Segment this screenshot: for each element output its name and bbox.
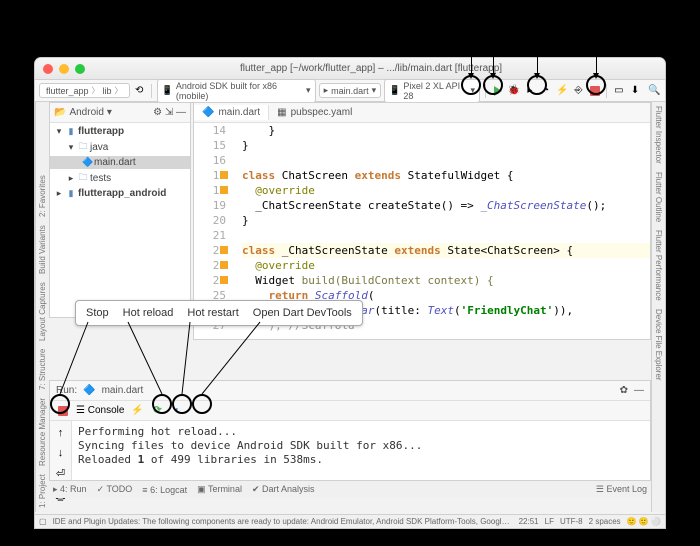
flutter-performance-tab[interactable]: Flutter Performance — [654, 230, 663, 301]
project-panel-header[interactable]: 📂 Android ▾⚙ ⇲ — — [50, 103, 190, 123]
hot-reload-toolbar-button[interactable]: ⚡ — [556, 84, 569, 98]
tab-pubspec[interactable]: ▦ pubspec.yaml — [269, 105, 360, 120]
callout-devtools: Open Dart DevTools — [253, 307, 352, 319]
device-file-explorer-tab[interactable]: Device File Explorer — [654, 309, 663, 381]
window-titlebar: flutter_app [~/work/flutter_app] – .../l… — [35, 58, 665, 80]
avd-selector[interactable]: 📱 Pixel 2 XL API 28 ▾ — [384, 79, 480, 103]
close-window-button[interactable] — [43, 64, 53, 74]
indent[interactable]: 2 spaces — [589, 517, 621, 526]
stop-toolbar-button[interactable] — [588, 84, 601, 98]
breadcrumb[interactable]: flutter_app〉lib〉 — [39, 83, 130, 98]
main-toolbar: flutter_app〉lib〉 ⟲ 📱 Android SDK built f… — [35, 80, 665, 102]
annotation-callout: Stop Hot reload Hot restart Open Dart De… — [75, 300, 363, 326]
tab-main-dart[interactable]: 🔷 main.dart — [194, 105, 269, 120]
project-panel: 📂 Android ▾⚙ ⇲ — ▾▮flutterapp ▾🗀java 🔷ma… — [49, 102, 191, 318]
run-tab[interactable]: ▸ 4: Run — [53, 484, 87, 495]
run-config-selector[interactable]: ▸ main.dart ▾ — [319, 83, 382, 98]
line-sep[interactable]: LF — [545, 517, 554, 526]
resource-manager-tab[interactable]: Resource Manager — [38, 398, 47, 466]
todo-tab[interactable]: ✓ TODO — [97, 484, 133, 495]
event-log-tab[interactable]: ☰ Event Log — [596, 484, 647, 495]
bottom-tool-bar: ▸ 4: Run ✓ TODO ≡ 6: Logcat ▣ Terminal ✔… — [49, 480, 651, 498]
left-tool-rail: 1: Project Resource Manager 7: Structure… — [35, 102, 49, 512]
avd-manager-icon[interactable]: ▭ — [612, 84, 625, 98]
flutter-inspector-tab[interactable]: Flutter Inspector — [654, 106, 663, 164]
run-button[interactable] — [491, 84, 504, 98]
favorites-tab[interactable]: 2: Favorites — [38, 176, 47, 218]
layout-captures-tab[interactable]: Layout Captures — [38, 282, 47, 341]
callout-hot-reload: Hot reload — [123, 307, 174, 319]
wrap-icon[interactable]: ⏎ — [56, 467, 65, 480]
callout-stop: Stop — [86, 307, 109, 319]
callout-hot-restart: Hot restart — [187, 307, 238, 319]
tree-module-android: ▸▮flutterapp_android — [50, 187, 190, 200]
structure-tool-tab[interactable]: 7: Structure — [38, 349, 47, 390]
tree-file-main: 🔷main.dart — [50, 156, 190, 169]
coverage-button[interactable]: ▸ — [523, 84, 536, 98]
search-icon[interactable]: 🔍 — [648, 84, 661, 98]
run-devtools-button[interactable]: ◐ — [170, 404, 184, 418]
project-tool-tab[interactable]: 1: Project — [38, 474, 47, 508]
run-hot-reload-button[interactable]: ⚡ — [130, 404, 144, 418]
down-icon[interactable]: ↓ — [58, 447, 64, 459]
debug-button[interactable]: 🐞 — [507, 84, 520, 98]
run-config-label: main.dart — [102, 385, 144, 396]
encoding[interactable]: UTF-8 — [560, 517, 583, 526]
window-title: flutter_app [~/work/flutter_app] – .../l… — [85, 63, 657, 74]
tree-folder-tests: ▸🗀tests — [50, 169, 190, 187]
sdk-manager-icon[interactable]: ⬇ — [629, 84, 642, 98]
dart-analysis-tab[interactable]: ✔ Dart Analysis — [252, 484, 315, 495]
tree-module: ▾▮flutterapp — [50, 125, 190, 138]
tree-folder-java: ▾🗀java — [50, 138, 190, 156]
minimize-window-button[interactable] — [59, 64, 69, 74]
project-tree[interactable]: ▾▮flutterapp ▾🗀java 🔷main.dart ▸🗀tests ▸… — [50, 123, 190, 202]
up-icon[interactable]: ↑ — [58, 427, 64, 439]
terminal-tab[interactable]: ▣ Terminal — [197, 484, 242, 495]
gear-icon[interactable]: ✿ — [620, 385, 628, 396]
editor-tabs: 🔷 main.dart ▦ pubspec.yaml — [194, 103, 650, 123]
run-stop-button[interactable] — [56, 404, 70, 418]
console-tab[interactable]: ☰ Console — [76, 405, 124, 416]
attach-button[interactable]: ⎆ — [572, 84, 585, 98]
flutter-outline-tab[interactable]: Flutter Outline — [654, 172, 663, 222]
sync-icon[interactable]: ⟲ — [133, 84, 146, 98]
right-tool-rail: Flutter Inspector Flutter Outline Flutte… — [651, 102, 665, 512]
status-bar: ▢ IDE and Plugin Updates: The following … — [35, 514, 665, 528]
maximize-window-button[interactable] — [75, 64, 85, 74]
run-hot-restart-button[interactable]: ⟳ — [150, 404, 164, 418]
device-selector[interactable]: 📱 Android SDK built for x86 (mobile) ▾ — [157, 79, 316, 103]
profile-button[interactable]: ◔ — [540, 84, 553, 98]
logcat-tab[interactable]: ≡ 6: Logcat — [142, 485, 187, 495]
caret-position: 22:51 — [519, 517, 539, 526]
build-variants-tab[interactable]: Build Variants — [38, 225, 47, 274]
status-message: IDE and Plugin Updates: The following co… — [53, 517, 513, 526]
